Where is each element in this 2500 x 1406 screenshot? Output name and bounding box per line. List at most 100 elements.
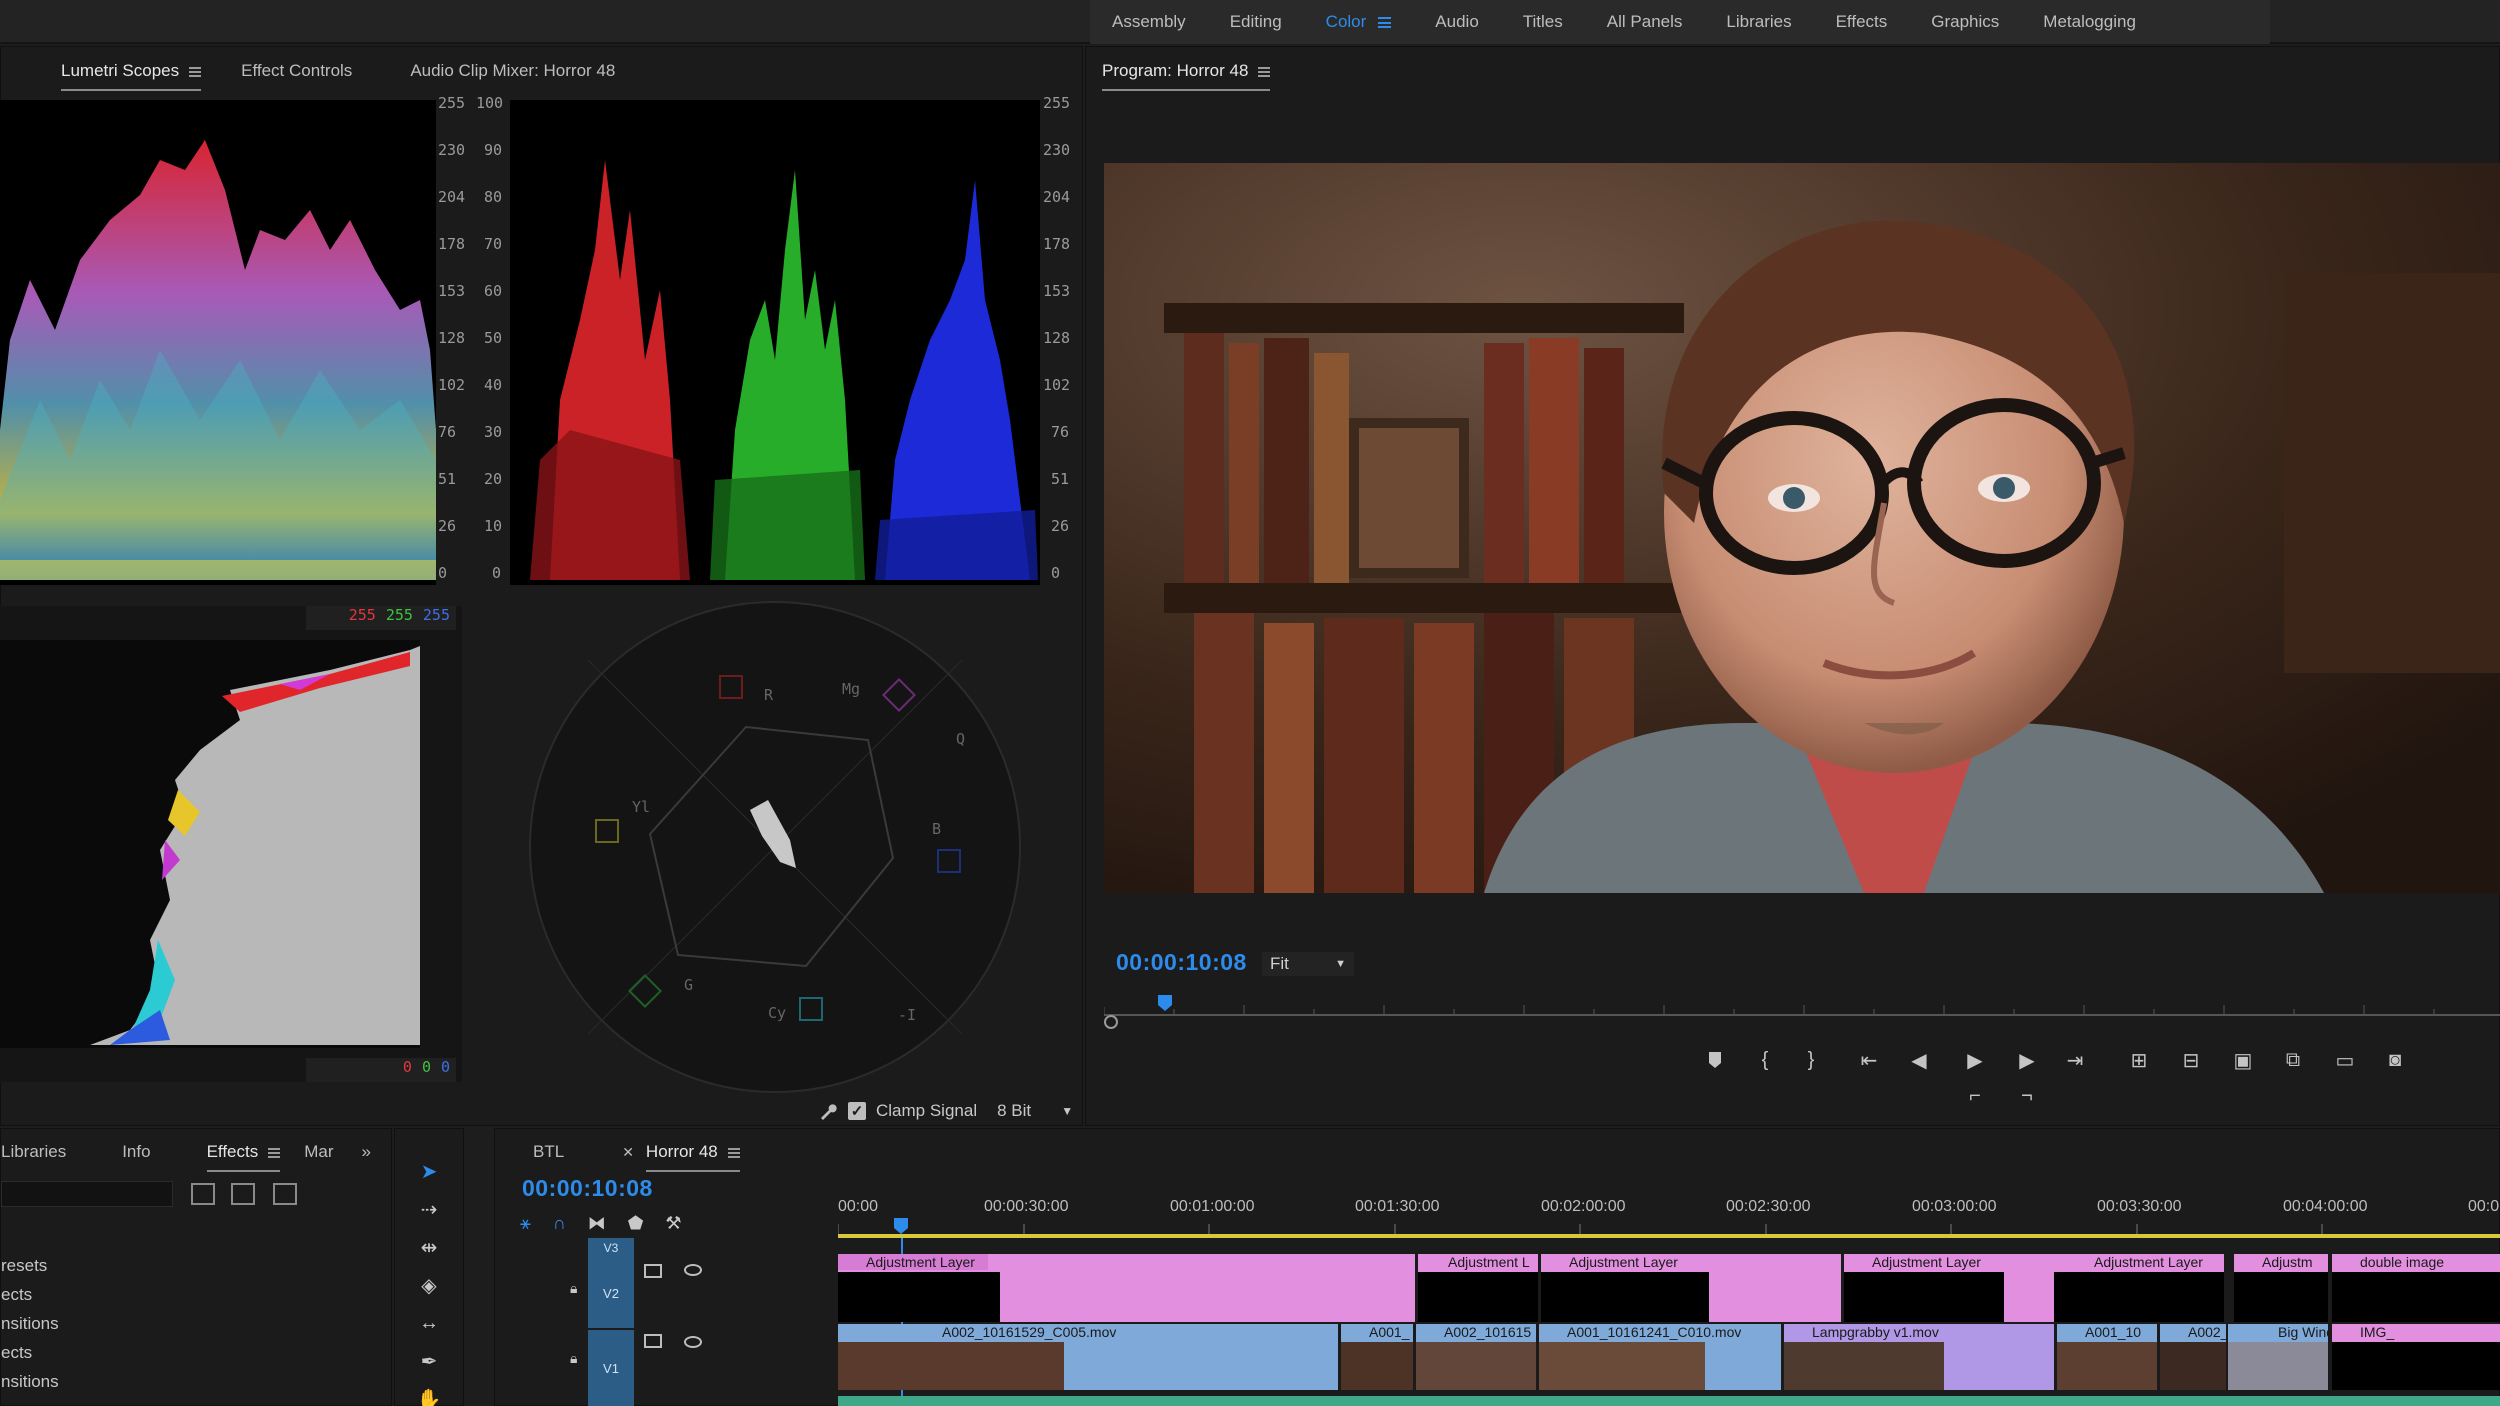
eye-icon[interactable]: [684, 1336, 702, 1348]
audio-track-a1[interactable]: [838, 1396, 2500, 1406]
workspace-tab-assembly[interactable]: Assembly: [1112, 12, 1186, 32]
effects-search-input[interactable]: [1, 1181, 173, 1207]
selection-tool-icon[interactable]: ➤: [413, 1155, 445, 1187]
clip-adjustment-layer[interactable]: Adjustment Layer: [1844, 1254, 2054, 1322]
hand-tool-icon[interactable]: ✋: [413, 1383, 445, 1406]
clip-video[interactable]: A001_10161241_C010.mov: [1539, 1324, 1781, 1390]
workspace-tab-graphics[interactable]: Graphics: [1931, 12, 1999, 32]
tab-info[interactable]: Info: [122, 1142, 150, 1166]
snap-icon[interactable]: ∩: [553, 1213, 566, 1234]
bit-depth-dropdown[interactable]: 8 Bit ▼: [997, 1101, 1073, 1121]
mark-out-icon[interactable]: }: [1796, 1045, 1826, 1075]
track-label-v3[interactable]: V3: [588, 1238, 634, 1258]
ripple-edit-tool-icon[interactable]: ⇹: [413, 1231, 445, 1263]
tree-item-effects[interactable]: ects: [1, 1280, 59, 1309]
linked-selection-icon[interactable]: ⧓: [588, 1213, 606, 1234]
wrench-icon[interactable]: [818, 1101, 838, 1121]
track-label-v1[interactable]: V1: [588, 1330, 634, 1406]
in-point-marker-icon[interactable]: [1104, 1015, 1118, 1029]
tree-item-video-effects[interactable]: ects: [1, 1338, 59, 1367]
play-icon[interactable]: ▶: [1960, 1045, 1990, 1075]
panel-menu-icon[interactable]: [727, 1147, 740, 1158]
tab-libraries[interactable]: Libraries: [1, 1142, 66, 1166]
comparison-view-icon[interactable]: ⧉: [2278, 1045, 2308, 1075]
clip-video[interactable]: A002_1: [2160, 1324, 2226, 1390]
timeline-timecode[interactable]: 00:00:10:08: [522, 1175, 653, 1202]
track-label-v2[interactable]: V2: [588, 1258, 634, 1328]
timeline-ruler[interactable]: 00:00 00:00:30:00 00:01:00:00 00:01:30:0…: [838, 1192, 2500, 1238]
tab-audio-clip-mixer[interactable]: Audio Clip Mixer: Horror 48: [410, 61, 615, 85]
tree-item-presets[interactable]: resets: [1, 1251, 59, 1280]
insert-icon[interactable]: ⌐: [1960, 1081, 1990, 1111]
close-icon[interactable]: ✕: [622, 1144, 634, 1165]
tab-lumetri-scopes[interactable]: Lumetri Scopes: [61, 61, 202, 91]
clip-adjustment-layer[interactable]: double image: [2332, 1254, 2500, 1322]
tab-effects[interactable]: Effects: [206, 1142, 281, 1172]
workspace-tab-all-panels[interactable]: All Panels: [1607, 12, 1683, 32]
program-video-frame[interactable]: [1104, 163, 2500, 893]
workspace-menu-icon[interactable]: [1378, 16, 1392, 28]
panel-menu-icon[interactable]: [189, 66, 202, 77]
program-timecode[interactable]: 00:00:10:08: [1116, 949, 1247, 976]
clip-adjustment-layer[interactable]: Adjustm: [2234, 1254, 2328, 1322]
panel-menu-icon[interactable]: [268, 1147, 281, 1158]
clip-video[interactable]: Big Wind: [2228, 1324, 2328, 1390]
32bit-effects-icon[interactable]: [231, 1183, 255, 1205]
multicam-icon[interactable]: ▭: [2330, 1045, 2360, 1075]
razor-tool-icon[interactable]: ◈: [413, 1269, 445, 1301]
workspace-tab-editing[interactable]: Editing: [1230, 12, 1282, 32]
lock-icon[interactable]: 🔒︎: [570, 1280, 577, 1297]
panel-menu-icon[interactable]: [1258, 66, 1271, 77]
zoom-dropdown[interactable]: Fit ▼: [1262, 952, 1354, 976]
workspace-tab-color[interactable]: Color: [1326, 12, 1392, 32]
lift-icon[interactable]: ⊞: [2124, 1045, 2154, 1075]
go-to-in-icon[interactable]: ⇤: [1854, 1045, 1884, 1075]
workspace-tab-audio[interactable]: Audio: [1435, 12, 1478, 32]
workspace-tab-effects[interactable]: Effects: [1836, 12, 1888, 32]
overwrite-icon[interactable]: ¬: [2012, 1081, 2042, 1111]
tab-sequence-horror-48[interactable]: Horror 48: [645, 1142, 740, 1172]
clamp-signal-checkbox[interactable]: ✓: [848, 1102, 866, 1120]
accelerated-effects-icon[interactable]: [191, 1183, 215, 1205]
clip-video[interactable]: A002_101615: [1416, 1324, 1536, 1390]
tab-program-monitor[interactable]: Program: Horror 48: [1102, 61, 1271, 91]
track-select-tool-icon[interactable]: ⇢: [413, 1193, 445, 1225]
sync-lock-icon[interactable]: [644, 1334, 662, 1348]
clip-video[interactable]: A001_10: [2057, 1324, 2157, 1390]
workspace-tab-titles[interactable]: Titles: [1523, 12, 1563, 32]
mark-in-icon[interactable]: {: [1750, 1045, 1780, 1075]
timeline-settings-icon[interactable]: ⚒: [665, 1213, 681, 1234]
add-marker-icon[interactable]: ⬟: [628, 1213, 644, 1234]
panel-overflow-icon[interactable]: »: [362, 1142, 371, 1166]
clip-adjustment-layer[interactable]: Adjustment Layer: [838, 1254, 1415, 1322]
clip-adjustment-layer[interactable]: Adjustment Layer: [2054, 1254, 2224, 1322]
sync-lock-icon[interactable]: [644, 1264, 662, 1278]
clip-video[interactable]: A002_10161529_C005.mov: [838, 1324, 1338, 1390]
export-frame-icon[interactable]: ◙: [2380, 1045, 2410, 1075]
tree-item-video-transitions[interactable]: nsitions: [1, 1367, 59, 1396]
pen-tool-icon[interactable]: ✒: [413, 1345, 445, 1377]
monitor-time-ruler[interactable]: [1103, 995, 2500, 1021]
clip-video[interactable]: IMG_: [2332, 1324, 2500, 1390]
slip-tool-icon[interactable]: ↔: [413, 1307, 445, 1339]
nest-icon[interactable]: ⚹: [520, 1213, 531, 1234]
clip-adjustment-layer[interactable]: Adjustment Layer: [1541, 1254, 1841, 1322]
clip-adjustment-layer[interactable]: Adjustment L: [1418, 1254, 1538, 1322]
step-back-icon[interactable]: ◀: [1904, 1045, 1934, 1075]
tab-effect-controls[interactable]: Effect Controls: [241, 61, 352, 85]
extract-icon[interactable]: ⊟: [2176, 1045, 2206, 1075]
lock-icon[interactable]: 🔒︎: [570, 1350, 577, 1367]
clip-video[interactable]: A001_: [1341, 1324, 1413, 1390]
clip-video[interactable]: Lampgrabby v1.mov: [1784, 1324, 2054, 1390]
tab-markers[interactable]: Mar: [304, 1142, 333, 1166]
step-forward-icon[interactable]: ▶: [2012, 1045, 2042, 1075]
safe-margins-icon[interactable]: ▣: [2228, 1045, 2258, 1075]
tab-sequence-btl[interactable]: BTL: [533, 1142, 564, 1166]
yuv-effects-icon[interactable]: [273, 1183, 297, 1205]
go-to-out-icon[interactable]: ⇥: [2060, 1045, 2090, 1075]
add-marker-icon[interactable]: [1700, 1045, 1730, 1075]
workspace-tab-libraries[interactable]: Libraries: [1726, 12, 1791, 32]
workspace-tab-metalogging[interactable]: Metalogging: [2043, 12, 2136, 32]
tree-item-transitions[interactable]: nsitions: [1, 1309, 59, 1338]
eye-icon[interactable]: [684, 1264, 702, 1276]
